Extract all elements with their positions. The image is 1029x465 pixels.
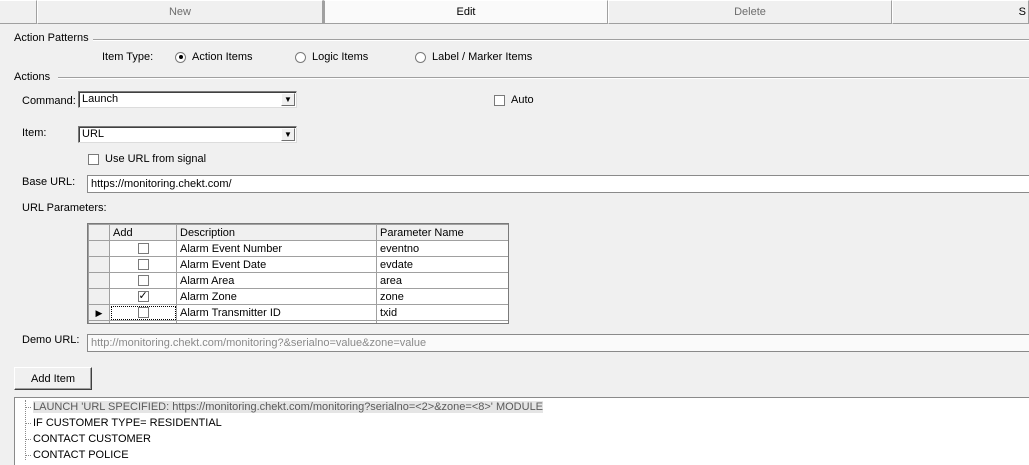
use-url-from-signal-checkbox[interactable]: Use URL from signal (88, 153, 206, 165)
grid-header-parameter-name[interactable]: Parameter Name (376, 224, 508, 241)
demo-url-label: Demo URL: (22, 334, 80, 346)
action-tree[interactable]: LAUNCH 'URL SPECIFIED: https://monitorin… (14, 397, 1029, 465)
add-item-button[interactable]: Add Item (14, 367, 92, 390)
row-add-cell[interactable] (109, 288, 177, 305)
row-add-cell[interactable] (109, 320, 177, 324)
action-patterns-group-label: Action Patterns (14, 32, 93, 44)
auto-checkbox[interactable]: Auto (494, 94, 534, 106)
item-value: URL (82, 128, 105, 140)
demo-url-field[interactable] (87, 334, 1029, 352)
toolbar: New Edit Delete S (0, 0, 1029, 24)
row-description[interactable]: Alarm Area (176, 272, 377, 289)
row-add-cell[interactable] (109, 240, 177, 257)
grid-header-row: Add Description Parameter Name (88, 224, 508, 241)
action-patterns-divider (92, 39, 1029, 41)
auto-checkbox-label: Auto (511, 94, 534, 106)
item-type-label: Item Type: (102, 51, 154, 63)
use-url-from-signal-label: Use URL from signal (105, 153, 207, 165)
grid-header-description[interactable]: Description (176, 224, 377, 241)
row-description[interactable]: Alarm Transmitter ID (176, 304, 377, 321)
grid-header-add[interactable]: Add (109, 224, 177, 241)
tree-item-text[interactable]: IF CUSTOMER TYPE= RESIDENTIAL (33, 417, 222, 429)
grid-row[interactable]: Alarm Event Date evdate (88, 256, 508, 273)
row-add-checkbox[interactable] (137, 259, 149, 271)
grid-row[interactable]: Alarm Area area (88, 272, 508, 289)
use-url-from-signal-box[interactable] (88, 153, 99, 165)
row-pointer-icon: ▶ (95, 308, 103, 319)
row-parameter-name[interactable]: txid (376, 304, 508, 321)
actions-divider (58, 77, 1029, 79)
actions-group-label: Actions (14, 71, 55, 83)
radio-logic-items-indicator[interactable] (295, 51, 306, 63)
radio-action-items[interactable]: Action Items (175, 51, 253, 63)
tree-item-text[interactable]: LAUNCH 'URL SPECIFIED: https://monitorin… (33, 401, 544, 413)
row-parameter-name[interactable]: evdate (376, 256, 508, 273)
grid-row-partial[interactable] (88, 320, 508, 324)
item-select[interactable]: URL ▼ (78, 126, 297, 143)
chevron-down-icon[interactable]: ▼ (281, 93, 295, 106)
radio-label-marker-items-label: Label / Marker Items (432, 51, 533, 63)
save-button[interactable]: S (892, 0, 1029, 24)
radio-action-items-label: Action Items (192, 51, 253, 63)
grid-corner-cell (88, 224, 110, 241)
chevron-down-icon[interactable]: ▼ (281, 128, 295, 141)
item-label: Item: (22, 127, 47, 139)
command-select[interactable]: Launch ▼ (78, 91, 297, 108)
row-description[interactable]: Alarm Event Date (176, 256, 377, 273)
new-button[interactable]: New (37, 0, 323, 24)
row-description[interactable]: Alarm Zone (176, 288, 377, 305)
command-value: Launch (82, 93, 119, 105)
row-add-checkbox[interactable] (137, 290, 149, 303)
row-parameter-name[interactable] (376, 320, 508, 323)
radio-logic-items[interactable]: Logic Items (295, 51, 368, 63)
radio-logic-items-label: Logic Items (312, 51, 369, 63)
radio-action-items-indicator[interactable] (175, 51, 186, 63)
row-description[interactable] (176, 320, 377, 323)
command-label: Command: (22, 95, 76, 107)
row-selector[interactable] (88, 288, 110, 305)
row-selector[interactable] (88, 272, 110, 289)
row-description[interactable]: Alarm Event Number (176, 240, 377, 257)
row-add-checkbox[interactable] (137, 275, 149, 287)
tree-item[interactable]: IF CUSTOMER TYPE= RESIDENTIAL (25, 415, 222, 431)
row-selector[interactable] (88, 240, 110, 257)
url-parameters-label: URL Parameters: (22, 202, 107, 214)
auto-checkbox-box[interactable] (494, 94, 505, 106)
grid-row[interactable]: ▶ Alarm Transmitter ID txid (88, 304, 508, 321)
tree-item-text[interactable]: CONTACT POLICE (33, 449, 129, 461)
grid-row[interactable]: Alarm Event Number eventno (88, 240, 508, 257)
row-parameter-name[interactable]: zone (376, 288, 508, 305)
radio-label-marker-items-indicator[interactable] (415, 51, 426, 63)
row-add-cell[interactable] (109, 304, 177, 321)
tree-item-text[interactable]: CONTACT CUSTOMER (33, 433, 151, 445)
row-add-cell[interactable] (109, 256, 177, 273)
url-parameters-grid[interactable]: Add Description Parameter Name Alarm Eve… (87, 223, 509, 324)
row-selector[interactable]: ▶ (88, 304, 110, 321)
toolbar-stub (0, 0, 37, 24)
grid-row[interactable]: Alarm Zone zone (88, 288, 508, 305)
edit-button[interactable]: Edit (323, 0, 608, 24)
base-url-label: Base URL: (22, 176, 76, 188)
row-parameter-name[interactable]: eventno (376, 240, 508, 257)
row-add-checkbox[interactable] (137, 243, 149, 255)
row-add-checkbox[interactable] (138, 323, 149, 324)
tree-item[interactable]: CONTACT CUSTOMER (25, 431, 151, 447)
row-selector[interactable] (88, 256, 110, 273)
base-url-field[interactable] (87, 175, 1029, 193)
row-add-cell[interactable] (109, 272, 177, 289)
row-add-checkbox[interactable] (137, 307, 149, 319)
delete-button[interactable]: Delete (608, 0, 892, 24)
tree-item[interactable]: CONTACT POLICE (25, 447, 129, 463)
row-selector[interactable] (88, 320, 110, 323)
row-parameter-name[interactable]: area (376, 272, 508, 289)
tree-item[interactable]: LAUNCH 'URL SPECIFIED: https://monitorin… (25, 399, 544, 415)
radio-label-marker-items[interactable]: Label / Marker Items (415, 51, 532, 63)
